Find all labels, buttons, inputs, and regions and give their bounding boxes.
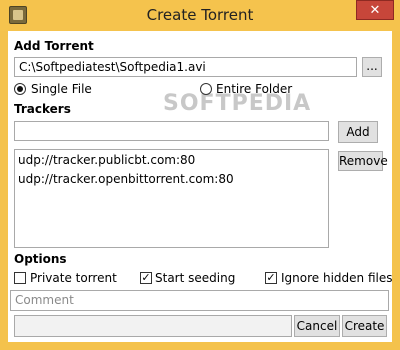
comment-field[interactable]: Comment	[10, 290, 389, 311]
private-torrent-checkbox[interactable]	[14, 272, 26, 284]
status-field	[14, 315, 292, 337]
tracker-input[interactable]	[14, 121, 329, 141]
torrent-path-field[interactable]: C:\Softpediatest\Softpedia1.avi	[14, 57, 357, 77]
cancel-button[interactable]: Cancel	[294, 315, 340, 337]
dialog-client-area: SOFTPEDIA Add Torrent C:\Softpediatest\S…	[8, 31, 392, 342]
single-file-label: Single File	[31, 82, 92, 96]
start-seeding-checkbox[interactable]: ✓	[140, 272, 152, 284]
entire-folder-label: Entire Folder	[216, 82, 293, 96]
create-torrent-window: Create Torrent ✕ SOFTPEDIA Add Torrent C…	[0, 0, 400, 350]
add-torrent-heading: Add Torrent	[14, 39, 94, 53]
ignore-hidden-label: Ignore hidden files	[281, 271, 393, 285]
tracker-list[interactable]: udp://tracker.publicbt.com:80 udp://trac…	[14, 149, 329, 248]
private-torrent-label: Private torrent	[30, 271, 117, 285]
close-button[interactable]: ✕	[356, 0, 394, 20]
ignore-hidden-checkbox[interactable]: ✓	[265, 272, 277, 284]
create-button[interactable]: Create	[342, 315, 387, 337]
single-file-radio[interactable]	[14, 83, 26, 95]
tracker-list-item[interactable]: udp://tracker.publicbt.com:80	[18, 153, 195, 167]
trackers-heading: Trackers	[14, 102, 71, 116]
remove-tracker-button[interactable]: Remove	[338, 151, 388, 171]
title-bar: Create Torrent ✕	[0, 0, 400, 31]
options-heading: Options	[14, 252, 67, 266]
start-seeding-label: Start seeding	[155, 271, 236, 285]
entire-folder-radio[interactable]	[200, 83, 212, 95]
browse-button[interactable]: ...	[362, 57, 382, 77]
tracker-list-item[interactable]: udp://tracker.openbittorrent.com:80	[18, 172, 234, 186]
window-title: Create Torrent	[146, 6, 254, 24]
add-tracker-button[interactable]: Add	[338, 121, 378, 143]
